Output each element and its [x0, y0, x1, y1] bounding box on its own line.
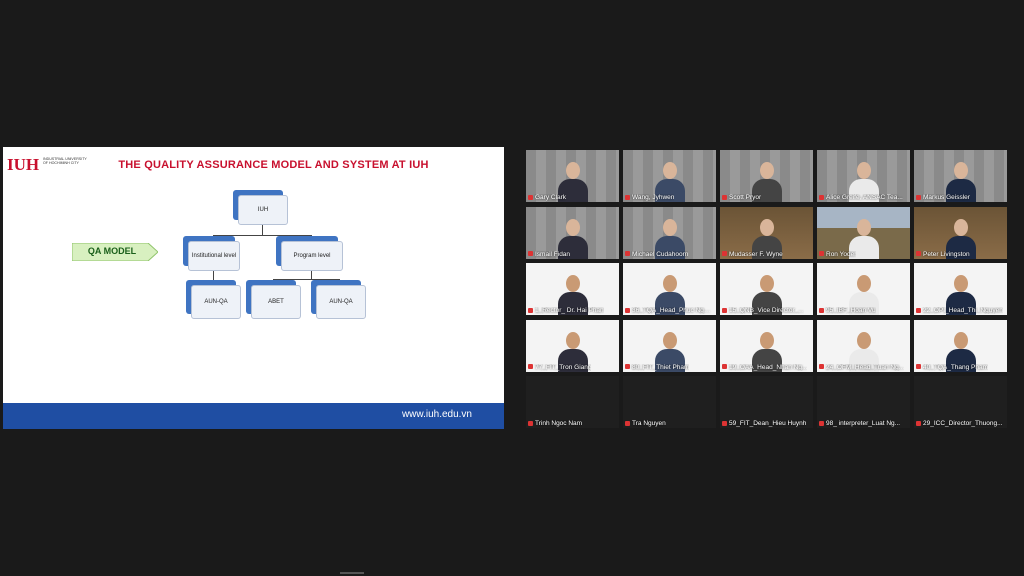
participant-tile[interactable]: Ismail Fidan [526, 206, 619, 259]
participant-name: 19_OAA_Head_Nhan Ng... [722, 364, 807, 371]
mic-muted-icon [625, 307, 630, 313]
participant-name: 15_QNB_Vice Director_... [722, 307, 804, 314]
participant-name: 29_ICC_Director_Thuong... [916, 420, 1003, 427]
participant-tile[interactable]: 59_FIT_Dean_Hieu Huynh [720, 376, 813, 428]
mic-muted-icon [916, 364, 921, 370]
participant-name: Alice Greife, ANSAC Tea... [819, 194, 903, 201]
participant-tile[interactable]: Scott Pryor [720, 150, 813, 202]
mic-muted-icon [916, 307, 921, 313]
participant-tile[interactable]: Ron Yoder [817, 206, 910, 259]
mic-muted-icon [625, 420, 630, 426]
participant-name: Gary Clark [528, 194, 566, 201]
participant-name: 95_IBF_Hoan Vu [819, 307, 876, 314]
participant-tile[interactable]: 19_OAA_Head_Nhan Ng... [720, 319, 813, 372]
participant-name: 98_ interpreter_Luat Ng... [819, 420, 900, 427]
participant-tile[interactable]: Tra Nguyen [623, 376, 716, 428]
mic-muted-icon [625, 194, 630, 200]
participant-tile[interactable]: 40_TQA_Thang Pham [914, 319, 1007, 372]
participant-tile[interactable]: 95_IBF_Hoan Vu [817, 263, 910, 315]
participant-name: Peter Livingston [916, 251, 970, 258]
participant-tile[interactable]: Gary Clark [526, 150, 619, 202]
participant-name: 22_OPI_Head_Thi_Nguyen [916, 307, 1003, 314]
participant-tile[interactable]: 36_TQA_Head_Phuc Nguyen [623, 263, 716, 315]
mic-muted-icon [528, 364, 533, 370]
mic-muted-icon [528, 307, 533, 313]
participant-name: Tra Nguyen [625, 420, 666, 427]
participant-tile[interactable]: 1_Rector_ Dr. Hai Phan [526, 263, 619, 315]
participant-tile[interactable]: 22_OPI_Head_Thi_Nguyen [914, 263, 1007, 315]
participant-name: 80_FIT_Thiet Pham [625, 364, 689, 371]
participant-tile[interactable]: 98_ interpreter_Luat Ng... [817, 376, 910, 428]
mic-muted-icon [819, 420, 824, 426]
mic-muted-icon [722, 420, 727, 426]
footer-url: www.iuh.edu.vn [401, 409, 472, 420]
participant-name: Ismail Fidan [528, 251, 570, 258]
mic-muted-icon [819, 307, 824, 313]
participant-name: Wang, Jyhwen [625, 194, 674, 201]
box-aun-qa-left: AUN-QA [191, 285, 241, 319]
mic-muted-icon [528, 420, 533, 426]
mic-muted-icon [916, 251, 921, 257]
participant-name: 59_FIT_Dean_Hieu Huynh [722, 420, 806, 427]
participant-name: Ron Yoder [819, 251, 856, 258]
qa-model-arrow: QA MODEL [72, 243, 158, 261]
participant-name: Mudasser F. Wyne [722, 251, 783, 258]
participant-tile[interactable]: 15_QNB_Vice Director_... [720, 263, 813, 315]
participant-name: 40_TQA_Thang Pham [916, 364, 988, 371]
box-iuh: IUH [238, 195, 288, 225]
mic-muted-icon [916, 420, 921, 426]
participant-name: 77_FIT_Tron Giang [528, 364, 591, 371]
mic-muted-icon [625, 364, 630, 370]
box-program-level: Program level [281, 241, 343, 271]
mic-muted-icon [916, 194, 921, 200]
mic-muted-icon [819, 194, 824, 200]
mic-muted-icon [722, 194, 727, 200]
participant-name: Trinh Ngoc Nam [528, 420, 582, 427]
participant-name: 36_TQA_Head_Phuc Nguyen [625, 307, 714, 314]
participant-tile[interactable]: 24_OFM_Head_Tuan Ng... [817, 319, 910, 372]
participant-name: Markus Geissler [916, 194, 970, 201]
box-aun-qa-right: AUN-QA [316, 285, 366, 319]
participant-name: Michael Cudahoorn [625, 251, 688, 258]
participant-name: Scott Pryor [722, 194, 761, 201]
mic-muted-icon [722, 251, 727, 257]
participant-name: 24_OFM_Head_Tuan Ng... [819, 364, 904, 371]
mic-muted-icon [819, 251, 824, 257]
scroll-indicator [340, 572, 364, 574]
slide-title: THE QUALITY ASSURANCE MODEL AND SYSTEM A… [118, 159, 429, 171]
participant-tile[interactable]: Michael Cudahoorn [623, 206, 716, 259]
participant-tile[interactable]: Alice Greife, ANSAC Tea... [817, 150, 910, 202]
participant-tile[interactable]: 29_ICC_Director_Thuong... [914, 376, 1007, 428]
participant-tile[interactable]: Trinh Ngoc Nam [526, 376, 619, 428]
participant-tile[interactable]: Mudasser F. Wyne [720, 206, 813, 259]
box-institutional-level: Institutional level [188, 241, 240, 271]
participant-name: 1_Rector_ Dr. Hai Phan [528, 307, 604, 314]
mic-muted-icon [528, 251, 533, 257]
qa-model-label: QA MODEL [87, 246, 137, 256]
mic-muted-icon [722, 364, 727, 370]
shared-screen-slide: IUH INDUSTRIAL UNIVERSITY OF HOCHIMINH C… [3, 147, 504, 429]
mic-muted-icon [819, 364, 824, 370]
box-abet: ABET [251, 285, 301, 319]
participant-gallery: Gary Clark Wang, Jyhwen Scott Pryor Alice G… [526, 150, 1010, 428]
participant-tile[interactable]: 80_FIT_Thiet Pham [623, 319, 716, 372]
participant-tile[interactable]: Markus Geissler [914, 150, 1007, 202]
mic-muted-icon [625, 251, 630, 257]
participant-tile[interactable]: Peter Livingston [914, 206, 1007, 259]
slide-footer: www.iuh.edu.vn [3, 403, 504, 429]
mic-muted-icon [528, 194, 533, 200]
participant-tile[interactable]: 77_FIT_Tron Giang [526, 319, 619, 372]
participant-tile[interactable]: Wang, Jyhwen [623, 150, 716, 202]
mic-muted-icon [722, 307, 727, 313]
